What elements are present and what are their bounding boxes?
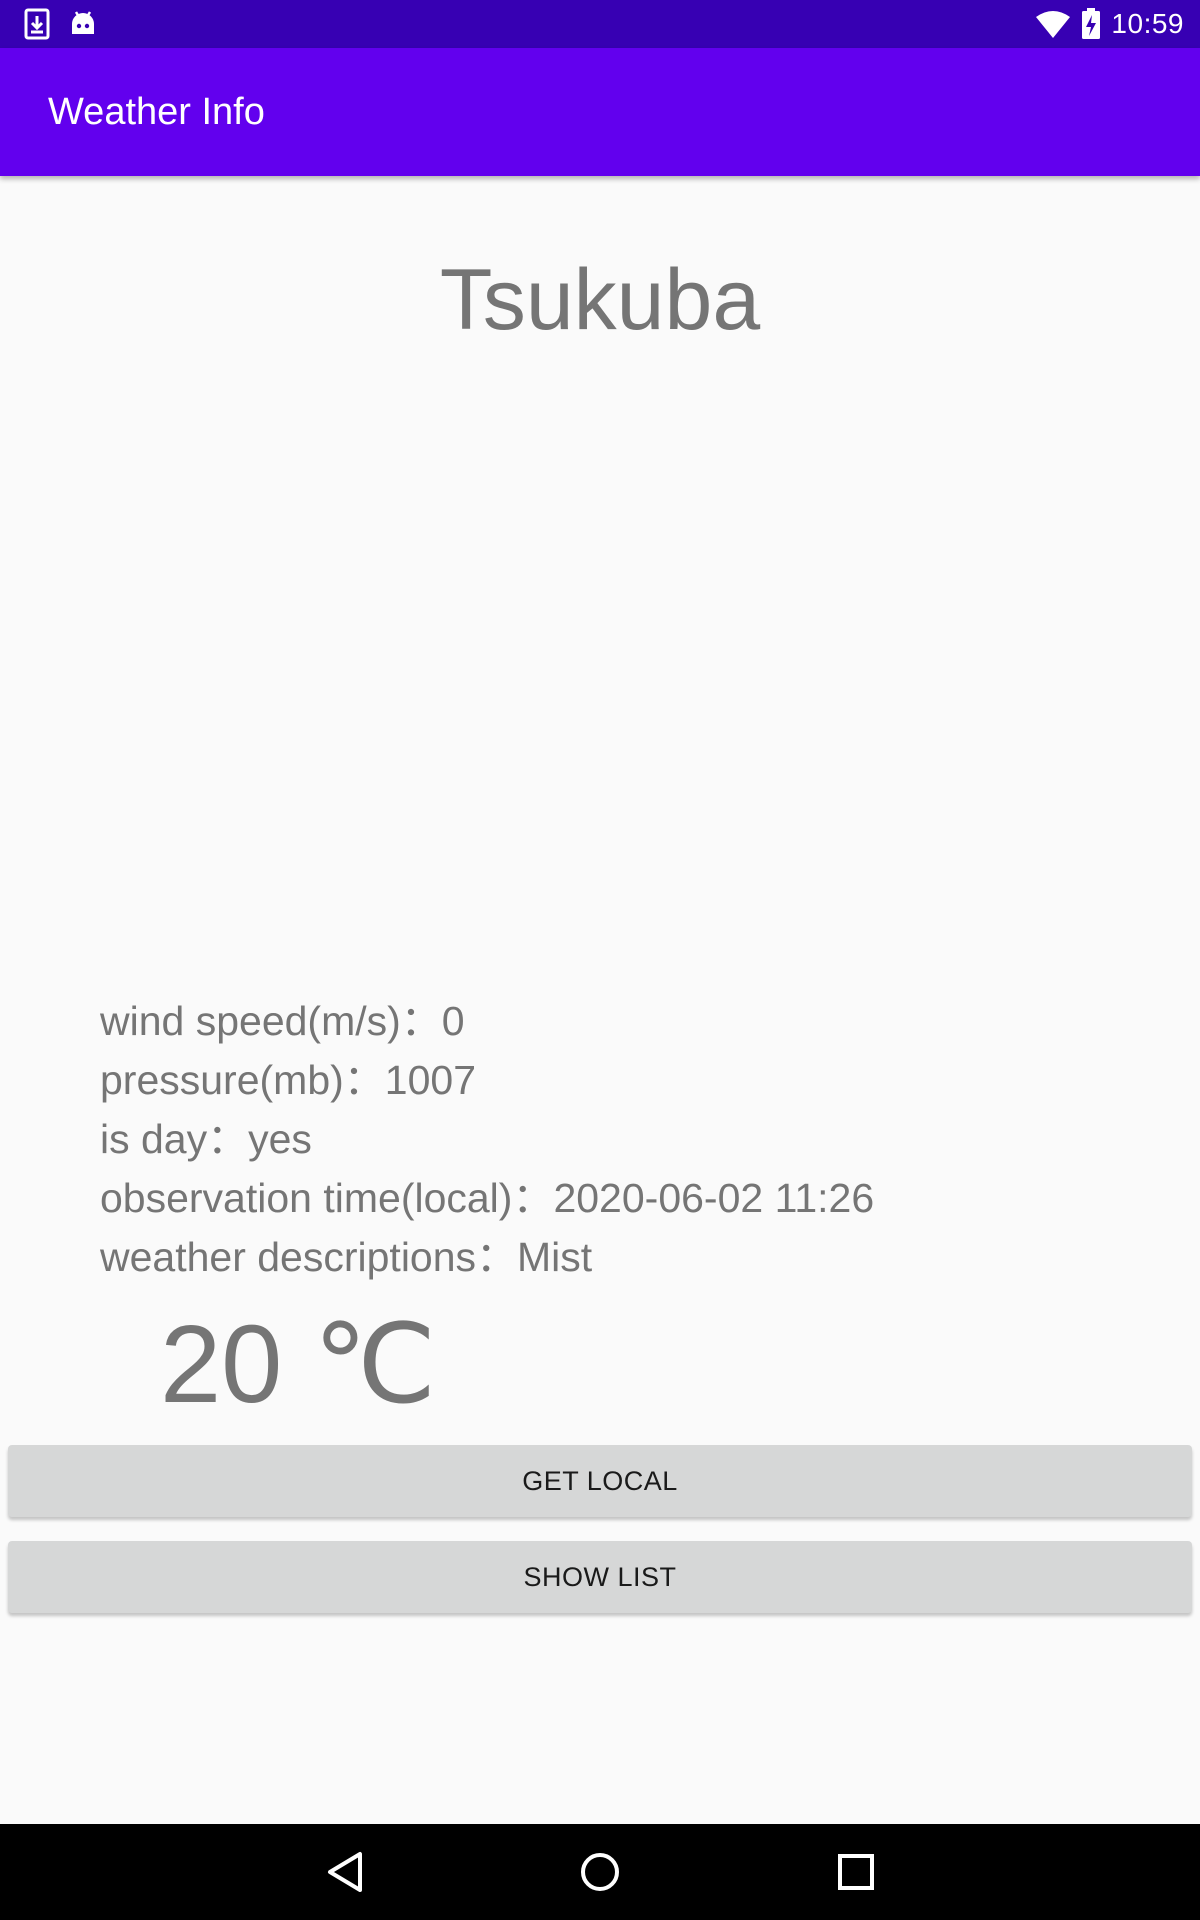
weather-description-value: Mist (517, 1234, 593, 1280)
temperature: 20 ℃ (160, 1303, 437, 1426)
home-icon[interactable] (576, 1848, 624, 1896)
show-list-button[interactable]: SHOW LIST (8, 1541, 1192, 1613)
weather-description-row: weather descriptions：Mist (100, 1228, 874, 1287)
weather-description-label: weather descriptions： (100, 1234, 518, 1280)
recents-icon[interactable] (832, 1848, 880, 1896)
wifi-icon (1036, 11, 1071, 38)
get-local-button[interactable]: GET LOCAL (8, 1445, 1192, 1517)
observation-time-label: observation time(local)： (100, 1175, 554, 1221)
wind-speed-label: wind speed(m/s)： (100, 998, 442, 1044)
observation-time-row: observation time(local)：2020-06-02 11:26 (100, 1169, 874, 1228)
status-time: 10:59 (1111, 8, 1184, 39)
app-title: Weather Info (48, 91, 265, 133)
pressure-label: pressure(mb)： (100, 1057, 385, 1103)
is-day-label: is day： (100, 1116, 249, 1162)
status-bar: 10:59 (0, 0, 1200, 48)
is-day-row: is day：yes (100, 1110, 874, 1169)
download-icon (24, 8, 50, 40)
back-icon[interactable] (322, 1848, 370, 1896)
app-bar: Weather Info (0, 48, 1200, 176)
status-system: 10:59 (1035, 0, 1184, 48)
city-name: Tsukuba (439, 252, 761, 348)
wind-speed-value: 0 (441, 998, 465, 1044)
is-day-value: yes (248, 1116, 312, 1162)
navigation-bar (0, 1824, 1200, 1920)
observation-time-value: 2020-06-02 11:26 (553, 1175, 875, 1221)
pressure-row: pressure(mb)：1007 (100, 1051, 874, 1110)
wind-speed-row: wind speed(m/s)：0 (100, 992, 874, 1051)
status-notifications (22, 8, 114, 40)
battery-charging-icon (1082, 8, 1101, 39)
pressure-value: 1007 (384, 1057, 476, 1103)
android-icon (72, 11, 94, 34)
weather-details: wind speed(m/s)：0 pressure(mb)：1007 is d… (100, 992, 874, 1287)
